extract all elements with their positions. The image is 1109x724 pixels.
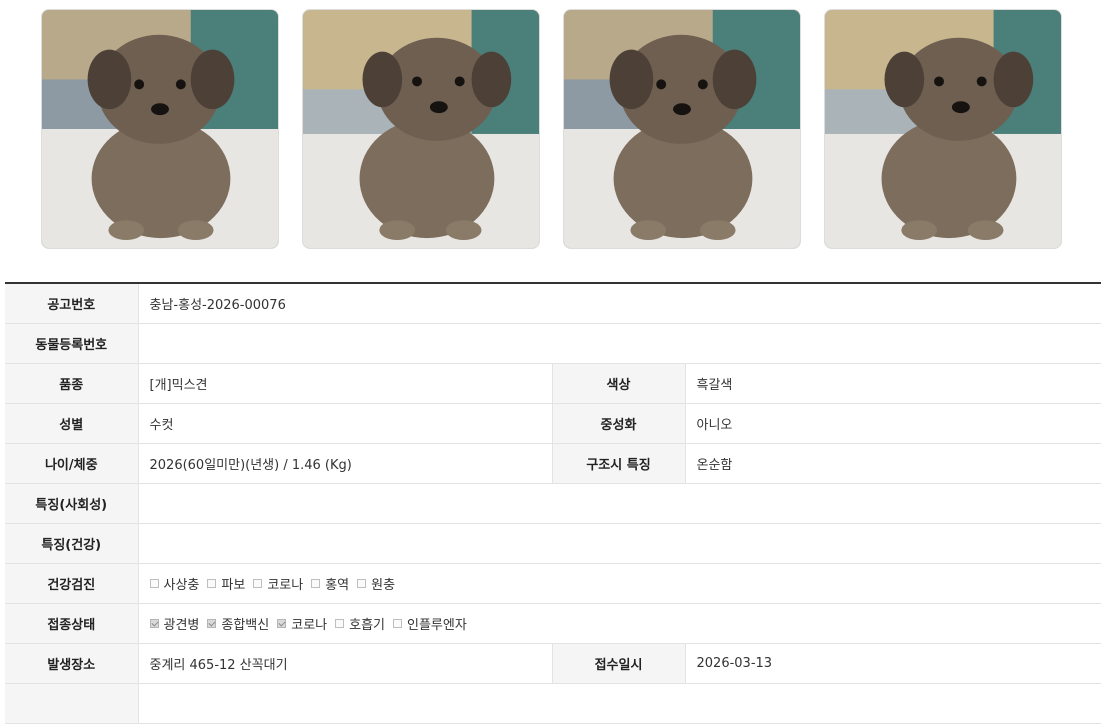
row-reg-no: 동물등록번호: [5, 323, 1101, 364]
age-weight-value: 2026(60일미만)(년생) / 1.46 (Kg): [138, 443, 553, 484]
row-breed-color: 품종 [개]믹스견 색상 흑갈색: [5, 363, 1101, 404]
place-value: 중계리 465-12 산꼭대기: [138, 643, 553, 684]
row-age-rescue: 나이/체중 2026(60일미만)(년생) / 1.46 (Kg) 구조시 특징…: [5, 443, 1101, 484]
checkbox-label: 파보: [221, 578, 246, 593]
sex-label: 성별: [5, 403, 139, 444]
row-sex-neuter: 성별 수컷 중성화 아니오: [5, 403, 1101, 444]
sex-value: 수컷: [138, 403, 553, 444]
feature-health-value: [138, 523, 1101, 564]
checkbox-label: 인플루엔자: [407, 618, 467, 633]
notice-no-value: 충남-홍성-2026-00076: [138, 283, 1101, 324]
vaccination-item: 광견병: [149, 614, 200, 633]
dog-photo-image: [564, 10, 800, 248]
health-check-item: 사상충: [149, 574, 200, 593]
rescue-feature-label: 구조시 특징: [551, 443, 686, 484]
receipt-date-label: 접수일시: [551, 643, 686, 684]
vaccination-item: 코로나: [277, 614, 327, 633]
dog-photo-image: [825, 10, 1061, 248]
vaccination-item: 종합백신: [207, 614, 269, 633]
vaccination-item: 호흡기: [335, 614, 385, 633]
row-notice-no: 공고번호 충남-홍성-2026-00076: [5, 283, 1101, 324]
rescue-feature-value: 온순함: [685, 443, 1101, 484]
checkbox-label: 사상충: [163, 578, 200, 593]
age-weight-label: 나이/체중: [5, 443, 139, 484]
row-feature-health: 특징(건강): [5, 523, 1101, 564]
checkbox: [311, 579, 321, 588]
checkbox: [393, 619, 403, 628]
neuter-label: 중성화: [551, 403, 686, 444]
dog-photo-1[interactable]: [41, 9, 279, 249]
health-check-value: 사상충 파보 코로나 홍역 원충: [138, 563, 1102, 604]
row-partial: [5, 683, 1101, 724]
checkbox-label: 종합백신: [221, 618, 270, 633]
row-health-check: 건강검진 사상충 파보 코로나 홍역 원충: [5, 563, 1102, 604]
health-check-item: 홍역: [311, 574, 349, 593]
checkbox-checked: [277, 619, 287, 628]
partial-row-label: [5, 683, 139, 724]
health-check-item: 원충: [357, 574, 395, 593]
health-check-item: 코로나: [253, 574, 303, 593]
checkbox-label: 호흡기: [349, 618, 386, 633]
feature-social-label: 특징(사회성): [5, 483, 139, 524]
checkbox: [335, 619, 345, 628]
checkbox-label: 원충: [371, 578, 396, 593]
dog-photo-2[interactable]: [302, 9, 540, 249]
checkbox-label: 코로나: [291, 618, 328, 633]
neuter-value: 아니오: [685, 403, 1101, 444]
dog-photo-image: [42, 10, 278, 248]
checkbox-label: 광견병: [163, 618, 200, 633]
checkbox-label: 코로나: [267, 578, 304, 593]
health-check-list: 사상충 파보 코로나 홍역 원충: [149, 574, 1102, 593]
vaccination-label: 접종상태: [5, 603, 139, 644]
checkbox-checked: [207, 619, 217, 628]
checkbox-label: 홍역: [325, 578, 350, 593]
breed-label: 품종: [5, 363, 139, 404]
color-value: 흑갈색: [685, 363, 1101, 404]
reg-no-label: 동물등록번호: [5, 323, 139, 364]
color-label: 색상: [551, 363, 686, 404]
checkbox: [253, 579, 263, 588]
partial-row-value: [138, 683, 1101, 724]
vaccination-value: 광견병 종합백신 코로나 호흡기 인플루엔자: [138, 603, 1102, 644]
dog-photo-3[interactable]: [563, 9, 801, 249]
feature-health-label: 특징(건강): [5, 523, 139, 564]
place-label: 발생장소: [5, 643, 139, 684]
checkbox: [357, 579, 367, 588]
vaccination-list: 광견병 종합백신 코로나 호흡기 인플루엔자: [149, 614, 1102, 633]
dog-photo-image: [303, 10, 539, 248]
row-place-date: 발생장소 중계리 465-12 산꼭대기 접수일시 2026-03-13: [5, 643, 1101, 684]
feature-social-value: [138, 483, 1101, 524]
checkbox: [149, 579, 159, 588]
row-vaccination: 접종상태 광견병 종합백신 코로나 호흡기 인플루엔자: [5, 603, 1102, 644]
photo-gallery: [0, 0, 1109, 260]
receipt-date-value: 2026-03-13: [685, 643, 1101, 684]
checkbox-checked: [149, 619, 159, 628]
checkbox: [207, 579, 217, 588]
breed-value: [개]믹스견: [138, 363, 553, 404]
notice-no-label: 공고번호: [5, 283, 139, 324]
health-check-item: 파보: [207, 574, 245, 593]
reg-no-value: [138, 323, 1101, 364]
row-feature-social: 특징(사회성): [5, 483, 1101, 524]
health-check-label: 건강검진: [5, 563, 139, 604]
vaccination-item: 인플루엔자: [393, 614, 467, 633]
animal-info-table: 공고번호 충남-홍성-2026-00076 동물등록번호 품종 [개]믹스견 색…: [5, 282, 1101, 724]
dog-photo-4[interactable]: [824, 9, 1062, 249]
